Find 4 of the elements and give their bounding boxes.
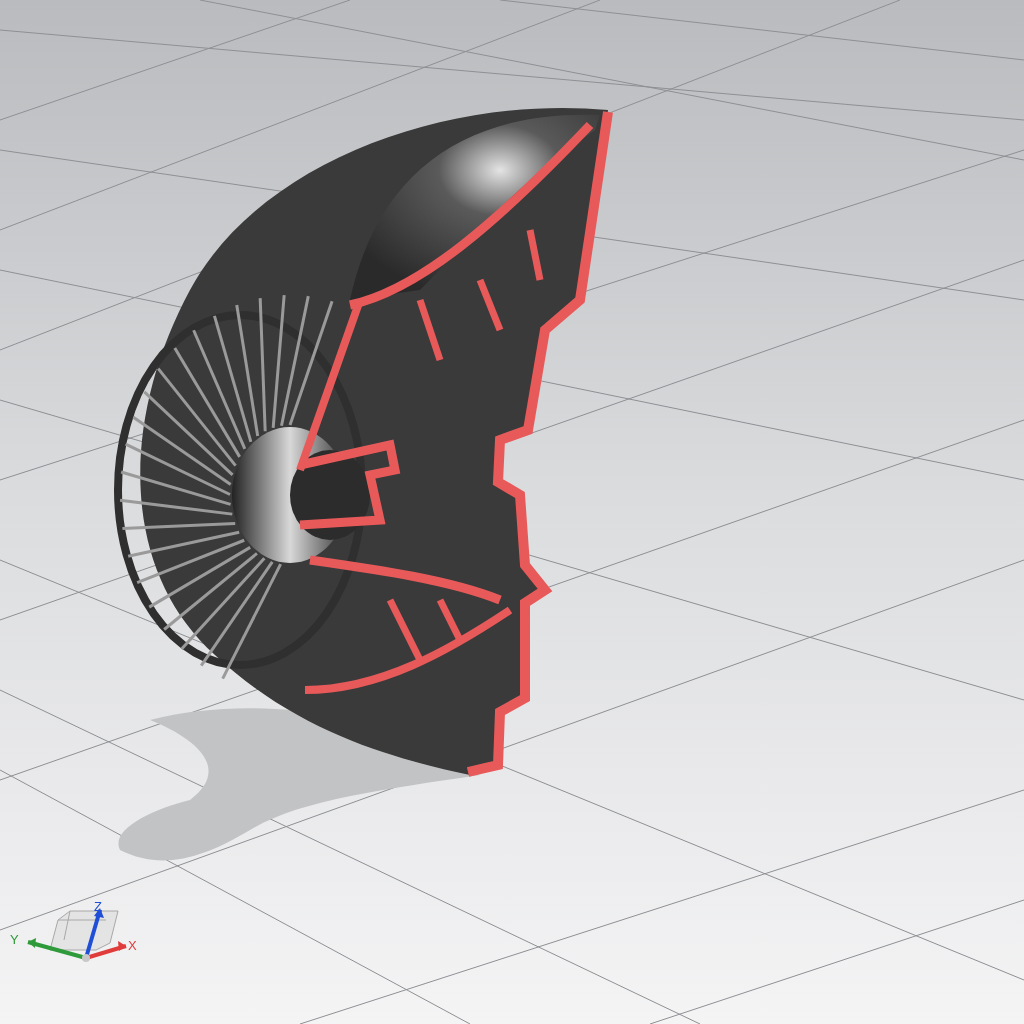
axis-label: X [128, 939, 137, 952]
view-cube-icon [49, 910, 119, 951]
origin-dot-icon [82, 954, 90, 962]
axis-label: Y [10, 933, 19, 946]
